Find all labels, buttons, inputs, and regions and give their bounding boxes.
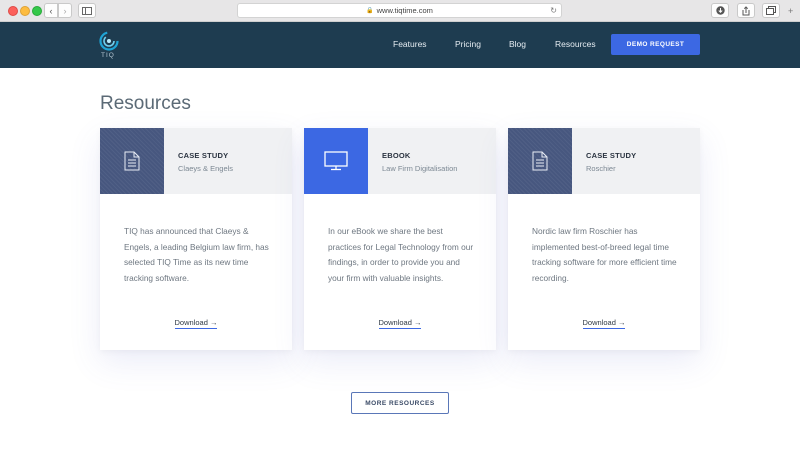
back-button[interactable]: ‹ (44, 3, 58, 18)
new-tab-icon[interactable]: + (788, 6, 793, 16)
download-link-wrapper: Download → (304, 318, 496, 329)
browser-toolbar: ‹ › 🔒 www.tiqtime.com ↻ + (0, 0, 800, 22)
card-header: EBOOK Law Firm Digitalisation (304, 128, 496, 194)
nav-blog[interactable]: Blog (509, 39, 526, 49)
card-icon-tile (100, 128, 164, 194)
card-icon-tile (508, 128, 572, 194)
address-bar[interactable]: 🔒 www.tiqtime.com ↻ (237, 3, 562, 18)
card-icon-tile (304, 128, 368, 194)
minimize-window-button[interactable] (20, 6, 30, 16)
card-header: CASE STUDY Claeys & Engels (100, 128, 292, 194)
card-subtitle: Law Firm Digitalisation (382, 164, 458, 173)
document-icon (532, 151, 548, 171)
chevron-right-icon: › (63, 5, 67, 16)
sidebar-toggle-button[interactable] (78, 3, 96, 18)
logo-text: TIQ (101, 52, 115, 59)
download-link[interactable]: Download → (378, 318, 422, 329)
resource-card: EBOOK Law Firm Digitalisation In our eBo… (304, 128, 496, 350)
download-link[interactable]: Download → (582, 318, 626, 329)
card-header: CASE STUDY Roschier (508, 128, 700, 194)
card-description: Nordic law firm Roschier has implemented… (532, 226, 677, 283)
download-link[interactable]: Download → (174, 318, 218, 329)
tiq-logo-icon[interactable] (99, 31, 119, 51)
nav-pricing[interactable]: Pricing (455, 39, 481, 49)
chevron-left-icon: ‹ (49, 5, 53, 16)
card-type: CASE STUDY (178, 151, 229, 160)
resource-card: CASE STUDY Roschier Nordic law firm Rosc… (508, 128, 700, 350)
nav-resources[interactable]: Resources (555, 39, 596, 49)
url-text: www.tiqtime.com (376, 6, 433, 15)
page-title: Resources (100, 93, 191, 114)
card-subtitle: Roschier (586, 164, 616, 173)
share-icon (742, 5, 750, 15)
document-icon (124, 151, 140, 171)
sidebar-icon (82, 6, 92, 15)
tab-overview-button[interactable] (762, 3, 780, 18)
close-window-button[interactable] (8, 6, 18, 16)
download-icon (715, 6, 725, 15)
monitor-icon (324, 151, 348, 171)
download-link-wrapper: Download → (100, 318, 292, 329)
tabs-icon (766, 6, 776, 15)
card-type: EBOOK (382, 151, 411, 160)
lock-icon: 🔒 (366, 8, 374, 14)
zoom-window-button[interactable] (32, 6, 42, 16)
card-description: TIQ has announced that Claeys & Engels, … (124, 226, 269, 283)
card-subtitle: Claeys & Engels (178, 164, 234, 173)
more-resources-button[interactable]: MORE RESOURCES (351, 392, 449, 414)
card-description: In our eBook we share the best practices… (328, 226, 474, 283)
forward-button[interactable]: › (58, 3, 72, 18)
reload-icon[interactable]: ↻ (550, 6, 557, 15)
downloads-button[interactable] (711, 3, 729, 18)
download-link-wrapper: Download → (508, 318, 700, 329)
share-button[interactable] (737, 3, 755, 18)
demo-request-button[interactable]: DEMO REQUEST (611, 34, 700, 55)
resource-card: CASE STUDY Claeys & Engels TIQ has annou… (100, 128, 292, 350)
card-type: CASE STUDY (586, 151, 637, 160)
nav-features[interactable]: Features (393, 39, 427, 49)
